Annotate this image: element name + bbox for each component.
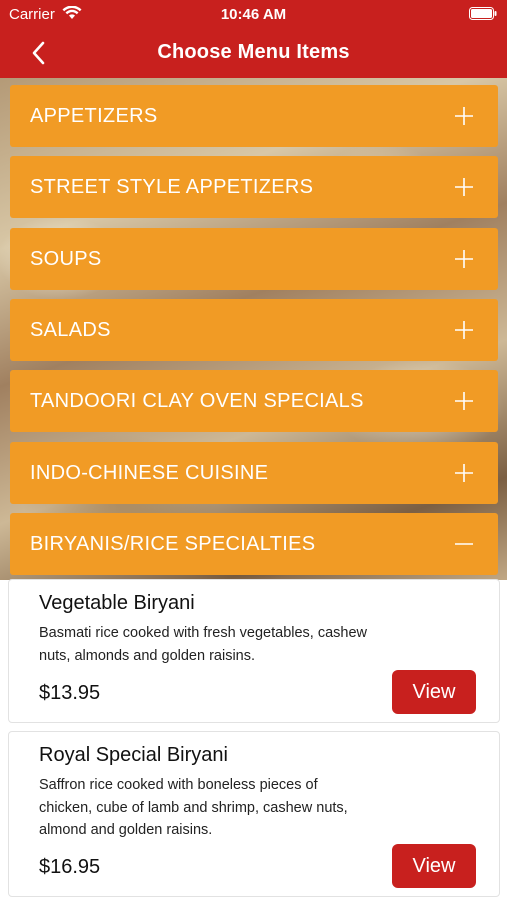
item-price: $16.95: [39, 856, 101, 878]
menu-item-card: Royal Special Biryani Saffron rice cooke…: [8, 731, 500, 897]
plus-icon: [455, 178, 473, 196]
category-label: STREET STYLE APPETIZERS: [30, 176, 314, 198]
plus-icon: [455, 464, 473, 482]
category-label: TANDOORI CLAY OVEN SPECIALS: [30, 390, 364, 412]
category-indo-chinese-cuisine[interactable]: INDO-CHINESE CUISINE: [10, 442, 498, 504]
item-description-line: Saffron rice cooked with boneless pieces…: [39, 777, 318, 793]
category-biryanis-rice-specialties[interactable]: BIRYANIS/RICE SPECIALTIES: [10, 513, 498, 575]
item-description-line: nuts, almonds and golden raisins.: [39, 647, 256, 664]
item-description: Saffron rice cooked with boneless pieces…: [39, 774, 439, 842]
category-label: BIRYANIS/RICE SPECIALTIES: [30, 533, 316, 555]
clock-time: 10:46 AM: [220, 6, 287, 23]
minus-icon: [455, 543, 473, 545]
category-label: APPETIZERS: [30, 105, 158, 127]
item-name: Vegetable Biryani: [39, 592, 195, 614]
status-bar: Carrier 10:46 AM: [0, 0, 507, 28]
battery-icon: [469, 7, 497, 20]
category-label: SALADS: [30, 319, 111, 341]
category-salads[interactable]: SALADS: [10, 299, 498, 361]
item-description-line: almond and golden raisins.: [39, 822, 213, 838]
item-price: $13.95: [39, 682, 101, 704]
plus-icon: [455, 392, 473, 410]
item-name: Royal Special Biryani: [39, 744, 228, 766]
category-soups[interactable]: SOUPS: [10, 228, 498, 290]
view-button[interactable]: View: [392, 844, 476, 888]
page-title: Choose Menu Items: [157, 41, 350, 63]
nav-bar: Choose Menu Items: [0, 28, 507, 78]
category-appetizers[interactable]: APPETIZERS: [10, 85, 498, 147]
plus-icon: [455, 321, 473, 339]
view-button[interactable]: View: [392, 670, 476, 714]
item-description-line: chicken, cube of lamb and shrimp, cashew…: [39, 799, 348, 816]
category-tandoori-clay-oven-specials[interactable]: TANDOORI CLAY OVEN SPECIALS: [10, 370, 498, 432]
category-street-style-appetizers[interactable]: STREET STYLE APPETIZERS: [10, 156, 498, 218]
item-description: Basmati rice cooked with fresh vegetable…: [39, 622, 439, 667]
menu-item-card: Vegetable Biryani Basmati rice cooked wi…: [8, 579, 500, 723]
category-label: SOUPS: [30, 248, 102, 270]
category-label: INDO-CHINESE CUISINE: [30, 462, 269, 484]
plus-icon: [455, 107, 473, 125]
item-description-line: Basmati rice cooked with fresh vegetable…: [39, 625, 368, 641]
plus-icon: [455, 250, 473, 268]
